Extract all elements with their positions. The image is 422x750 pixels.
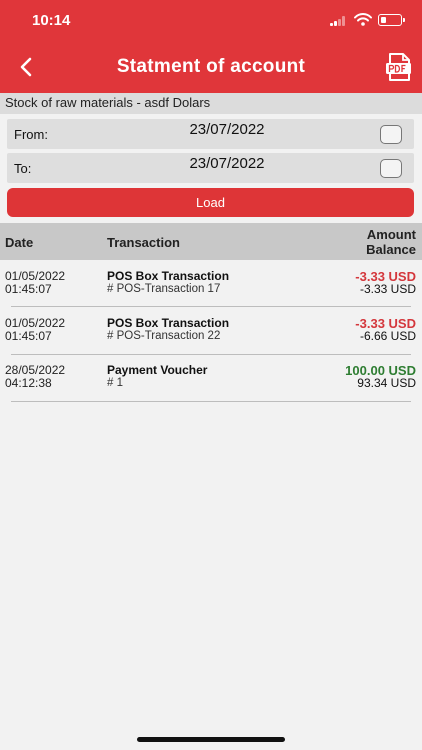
wifi-icon <box>354 13 372 26</box>
column-header-transaction: Transaction <box>107 235 180 250</box>
app-header: 10:14 Statment of account <box>0 0 422 93</box>
account-name: Stock of raw materials - asdf Dolars <box>0 93 422 114</box>
chevron-left-icon[interactable] <box>14 54 40 80</box>
pdf-file-icon[interactable] <box>385 52 413 82</box>
to-checkbox[interactable] <box>380 159 402 178</box>
row-transaction: POS Box Transaction # POS-Transaction 17 <box>107 270 229 296</box>
row-transaction: Payment Voucher # 1 <box>107 364 207 390</box>
table-row[interactable]: 01/05/2022 01:45:07 POS Box Transaction … <box>0 317 422 363</box>
running-balance: -3.33 USD <box>359 282 416 296</box>
row-amount: -3.33 USD -3.33 USD <box>355 270 416 296</box>
status-time: 10:14 <box>32 12 71 29</box>
column-header-amount-balance: Amount Balance <box>366 227 416 257</box>
row-date: 28/05/2022 04:12:38 <box>5 364 65 390</box>
column-header-date: Date <box>5 235 34 250</box>
transaction-ref: # POS-Transaction 22 <box>107 330 221 342</box>
page-title: Statment of account <box>116 56 306 77</box>
column-header-amount: Amount <box>366 227 416 242</box>
row-divider <box>11 354 411 355</box>
transaction-name: Payment Voucher <box>107 363 208 377</box>
load-button[interactable]: Load <box>7 188 414 217</box>
from-checkbox[interactable] <box>380 125 402 144</box>
row-amount: 100.00 USD 93.34 USD <box>345 364 416 390</box>
row-date: 01/05/2022 01:45:07 <box>5 317 65 343</box>
row-transaction: POS Box Transaction # POS-Transaction 22 <box>107 317 229 343</box>
row-date-time: 01:45:07 <box>5 282 52 296</box>
column-header-balance: Balance <box>366 242 416 257</box>
row-date: 01/05/2022 01:45:07 <box>5 270 65 296</box>
running-balance: -6.66 USD <box>359 329 416 343</box>
table-row[interactable]: 28/05/2022 04:12:38 Payment Voucher # 1 … <box>0 364 422 410</box>
transaction-ref: # 1 <box>107 377 123 389</box>
to-date-row: To: 23/07/2022 <box>7 153 414 183</box>
row-divider <box>11 401 411 402</box>
transaction-name: POS Box Transaction <box>107 316 230 330</box>
to-date-field[interactable]: 23/07/2022 <box>137 155 317 172</box>
table-row[interactable]: 01/05/2022 01:45:07 POS Box Transaction … <box>0 270 422 316</box>
from-label: From: <box>14 127 48 142</box>
battery-icon <box>378 14 402 26</box>
transaction-ref: # POS-Transaction 17 <box>107 283 221 295</box>
transaction-name: POS Box Transaction <box>107 269 230 283</box>
row-date-time: 01:45:07 <box>5 329 52 343</box>
running-balance: 93.34 USD <box>357 376 416 390</box>
from-date-row: From: 23/07/2022 <box>7 119 414 149</box>
home-indicator[interactable] <box>137 737 285 742</box>
from-date-field[interactable]: 23/07/2022 <box>137 121 317 138</box>
row-divider <box>11 306 411 307</box>
row-date-time: 04:12:38 <box>5 376 52 390</box>
cellular-signal-icon <box>330 16 346 26</box>
to-label: To: <box>14 161 32 176</box>
row-amount: -3.33 USD -6.66 USD <box>355 317 416 343</box>
table-header: Date Transaction Amount Balance <box>0 223 422 260</box>
